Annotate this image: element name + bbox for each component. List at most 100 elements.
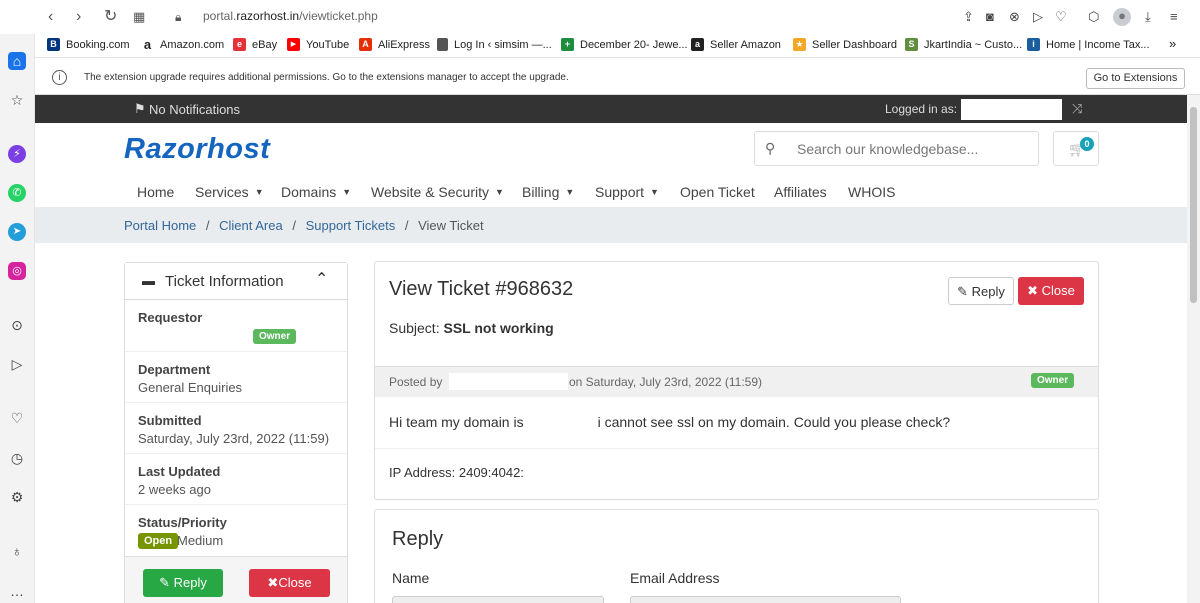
page-viewport: ⚑ No Notifications Logged in as: ⤨ Razor… [35, 95, 1187, 603]
nav-whois[interactable]: WHOIS [848, 184, 895, 200]
reply-form-title: Reply [392, 528, 444, 550]
tab-grid-icon[interactable]: ▦ [133, 8, 145, 26]
play-icon[interactable]: ▷ [1033, 9, 1043, 25]
nav-affiliates[interactable]: Affiliates [774, 184, 827, 200]
nav-support[interactable]: Support ▼ [595, 184, 659, 200]
telegram-icon[interactable]: ➤ [8, 223, 26, 241]
bookmark-youtube[interactable]: ▶ YouTube [287, 38, 349, 51]
favorites-icon[interactable]: ☆ [8, 91, 26, 109]
shuffle-icon[interactable]: ⤨ [1072, 101, 1082, 117]
poster-name-redacted [449, 373, 568, 390]
sidebar-close-button[interactable]: ✖Close [249, 569, 330, 597]
ebay-icon: e [233, 38, 246, 51]
bookmark-seller-dashboard[interactable]: ★ Seller Dashboard [793, 38, 897, 51]
address-bar[interactable]: portal.razorhost.in/viewticket.php [203, 9, 378, 23]
ticket-close-button[interactable]: ✖ Close [1018, 277, 1084, 305]
bookmark-income-tax[interactable]: i Home | Income Tax... [1027, 38, 1150, 51]
nav-services[interactable]: Services ▼ [195, 184, 264, 200]
extension-infobar: i The extension upgrade requires additio… [35, 61, 1200, 95]
email-field[interactable] [630, 596, 901, 603]
reload-icon[interactable]: ↻ [104, 8, 117, 26]
ticket-info-header[interactable]: ▬ Ticket Information ⌃ [125, 263, 347, 300]
forward-icon[interactable]: › [76, 8, 81, 26]
youtube-icon: ▶ [287, 38, 300, 51]
amazon-icon: a [141, 38, 154, 51]
caret-down-icon: ▼ [565, 187, 575, 197]
profile-avatar-icon[interactable]: ● [1113, 8, 1131, 26]
bookmark-aliexpress[interactable]: A AliExpress [359, 38, 430, 51]
more-bookmarks-button[interactable]: » [1169, 36, 1176, 51]
go-to-extensions-button[interactable]: Go to Extensions [1086, 68, 1185, 89]
breadcrumb-client-area[interactable]: Client Area [219, 218, 283, 233]
breadcrumb-view-ticket: View Ticket [418, 218, 484, 233]
download-icon[interactable]: ⤓ [1145, 9, 1151, 25]
camera-icon[interactable]: ◙ [986, 9, 994, 25]
breadcrumb-support-tickets[interactable]: Support Tickets [306, 218, 396, 233]
ticket-subject: Subject: SSL not working [389, 320, 554, 336]
reply-form-card: Reply Name Email Address [374, 509, 1099, 603]
requestor-row: Requestor Owner [125, 300, 347, 352]
income-tax-icon: i [1027, 38, 1040, 51]
last-updated-value: 2 weeks ago [138, 482, 211, 497]
site-header: Razorhost ⚲ Search our knowledgebase... … [35, 123, 1187, 207]
nav-open-ticket[interactable]: Open Ticket [680, 184, 755, 200]
heart-icon[interactable]: ♡ [8, 409, 26, 427]
breadcrumb-portal-home[interactable]: Portal Home [124, 218, 196, 233]
home-icon[interactable]: ⌂ [8, 52, 26, 70]
heart-icon[interactable]: ♡ [1055, 9, 1067, 25]
page-scrollbar[interactable] [1187, 95, 1200, 603]
bookmark-seller-amazon[interactable]: a Seller Amazon [691, 38, 781, 51]
sheets-icon: + [561, 38, 574, 51]
more-icon[interactable]: … [8, 582, 26, 600]
settings-icon[interactable]: ⚙ [8, 488, 26, 506]
chevron-up-icon[interactable]: ⌃ [315, 269, 328, 289]
top-bar: ⚑ No Notifications Logged in as: ⤨ [35, 95, 1187, 123]
close-icon: ✖ [1027, 283, 1039, 298]
bookmark-booking[interactable]: B Booking.com [47, 38, 130, 51]
menu-icon[interactable]: ≡ [1170, 9, 1178, 25]
share-icon[interactable]: ⇪ [963, 9, 974, 25]
site-logo[interactable]: Razorhost [124, 133, 270, 166]
nav-billing[interactable]: Billing ▼ [522, 184, 574, 200]
priority-value: Medium [177, 533, 224, 548]
whatsapp-icon[interactable]: ✆ [8, 184, 26, 202]
scrollbar-thumb[interactable] [1190, 107, 1197, 303]
cart-button[interactable]: 🛒︎ 0 [1053, 131, 1099, 166]
nav-website-security[interactable]: Website & Security ▼ [371, 184, 504, 200]
nav-domains[interactable]: Domains ▼ [281, 184, 351, 200]
bookmark-amazon[interactable]: a Amazon.com [141, 38, 224, 51]
requestor-owner-badge: Owner [253, 329, 297, 344]
history-icon[interactable]: ◷ [8, 449, 26, 467]
ticket-icon: ▬ [142, 273, 155, 288]
knowledgebase-search[interactable]: ⚲ Search our knowledgebase... [754, 131, 1039, 166]
lock-icon: 🔒︎ [175, 10, 182, 24]
message-header: Posted by on Saturday, July 23rd, 2022 (… [375, 366, 1098, 397]
notifications-link[interactable]: No Notifications [149, 102, 240, 117]
sidebar-reply-button[interactable]: ✎ Reply [143, 569, 223, 597]
ticket-title: View Ticket #968632 [389, 278, 574, 300]
back-icon[interactable]: ‹ [48, 8, 53, 26]
posted-by-label: Posted by [389, 375, 443, 389]
send-icon[interactable]: ▷ [8, 355, 26, 373]
tips-icon[interactable]: ♁ [8, 542, 26, 560]
bookmark-jkartindia[interactable]: S JkartIndia ~ Custo... [905, 38, 1022, 51]
breadcrumb: Portal Home / Client Area / Support Tick… [35, 207, 1187, 243]
aliexpress-icon: A [359, 38, 372, 51]
page-icon [437, 38, 448, 51]
name-field[interactable] [392, 596, 604, 603]
block-icon[interactable]: ⊗ [1009, 9, 1020, 25]
bookmark-simsim-login[interactable]: Log In ‹ simsim —... [437, 38, 552, 51]
messenger-icon[interactable]: ⚡ [8, 145, 26, 163]
bookmark-december-jewelry[interactable]: + December 20- Jewe... [561, 38, 688, 51]
extensions-icon[interactable]: ⬡ [1088, 9, 1099, 25]
ticket-reply-button[interactable]: ✎ Reply [948, 277, 1014, 305]
status-priority-label: Status/Priority [138, 515, 227, 530]
status-open-badge: Open [138, 533, 179, 549]
close-icon: ✖ [267, 575, 279, 590]
bookmark-ebay[interactable]: e eBay [233, 38, 277, 51]
message-body: Hi team my domain is i cannot see ssl on … [389, 414, 951, 430]
nav-home[interactable]: Home [137, 184, 174, 200]
instagram-icon[interactable]: ◎ [8, 262, 26, 280]
player-icon[interactable]: ⊙ [8, 316, 26, 334]
username-field[interactable] [961, 99, 1062, 120]
